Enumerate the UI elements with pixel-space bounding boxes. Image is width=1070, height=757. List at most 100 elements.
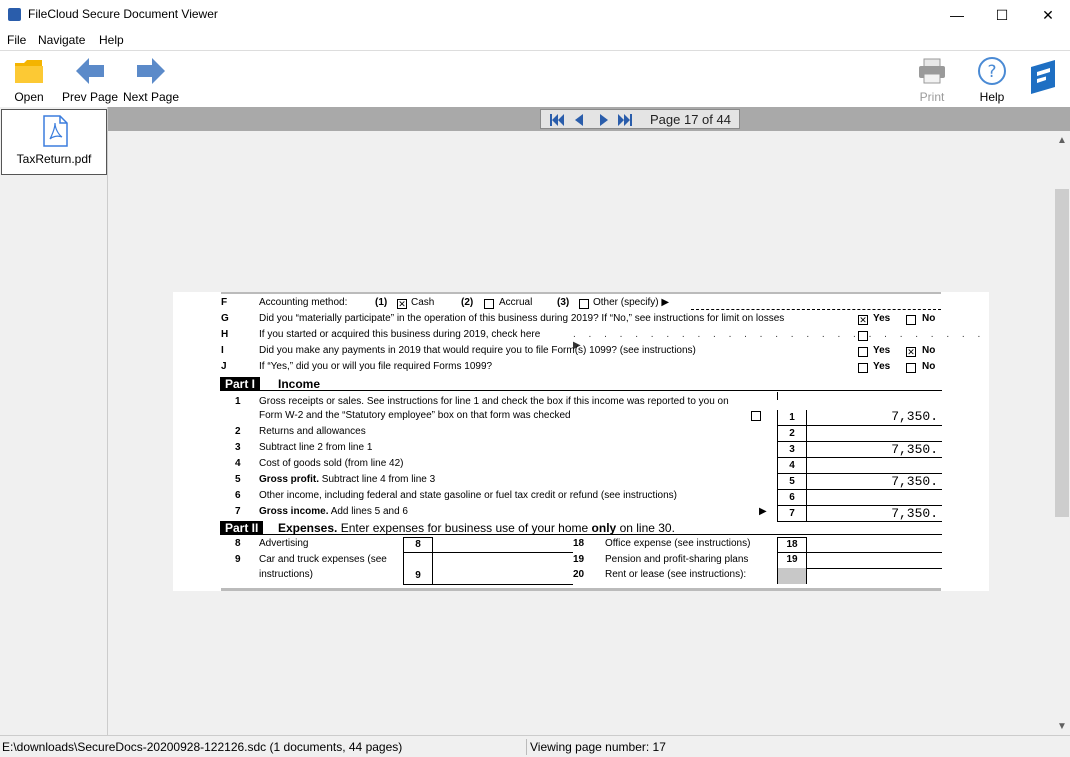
menu-file[interactable]: File [7, 33, 26, 47]
line-text: Returns and allowances [259, 426, 366, 437]
line-amount [807, 537, 942, 553]
yes-label: Yes [873, 361, 891, 372]
print-button[interactable]: Print [912, 55, 952, 105]
yes-label: Yes [873, 345, 891, 356]
j-no-checkbox[interactable] [906, 363, 916, 373]
row-code: G [221, 313, 229, 324]
line-box: 6 [777, 490, 807, 506]
next-page-icon[interactable] [596, 112, 612, 128]
row-code: H [221, 329, 229, 340]
previous-page-icon[interactable] [571, 112, 587, 128]
row-text: If “Yes,” did you or will you file requi… [259, 361, 493, 372]
income-line-4: 4 Cost of goods sold (from line 42) 4 [173, 458, 989, 474]
g-yes-checkbox[interactable]: ✕ [858, 315, 868, 325]
line-text: Add lines 5 and 6 [330, 506, 408, 517]
menu-navigate[interactable]: Navigate [38, 33, 85, 47]
part-tag: Part II [220, 521, 264, 535]
prev-page-label: Prev Page [61, 90, 119, 104]
form-row-f: F Accounting method: (1) ✕ Cash (2) Accr… [173, 297, 989, 313]
no-label: No [922, 345, 936, 356]
line-text: Other income, including federal and stat… [259, 490, 677, 501]
open-label: Open [14, 90, 44, 104]
scrollbar-thumb[interactable] [1055, 189, 1069, 517]
part-title-only: only [591, 521, 617, 535]
document-sidebar: TaxReturn.pdf [0, 107, 108, 735]
line-number: 7 [235, 506, 241, 517]
cut-off-header [221, 292, 941, 294]
menu-help[interactable]: Help [99, 33, 124, 47]
g-no-checkbox[interactable] [906, 315, 916, 325]
income-line-1b: Form W-2 and the “Statutory employee” bo… [173, 409, 989, 426]
income-line-3: 3 Subtract line 2 from line 1 3 7,350. [173, 442, 989, 458]
expense-line-9b: instructions) 20 Rent or lease (see inst… [173, 568, 989, 585]
first-page-icon[interactable] [549, 112, 565, 128]
row-text: If you started or acquired this business… [259, 329, 541, 340]
part-tag: Part I [220, 377, 261, 391]
h-checkbox[interactable] [858, 331, 868, 341]
line-amount [433, 537, 573, 553]
other-checkbox[interactable] [579, 299, 589, 309]
document-item[interactable]: TaxReturn.pdf [1, 109, 107, 175]
form-row-g: G Did you “materially participate” in th… [173, 313, 989, 329]
i-yes-checkbox[interactable] [858, 347, 868, 357]
cash-label: Cash [411, 297, 435, 308]
expense-line-9: 9 Car and truck expenses (see 9 19 Pensi… [173, 553, 989, 585]
statutory-employee-checkbox[interactable] [751, 411, 761, 421]
cut-off-row [221, 588, 941, 591]
row-text: Accounting method: [259, 297, 348, 308]
line-text: Cost of goods sold (from line 42) [259, 458, 404, 469]
i-no-checkbox[interactable]: ✕ [906, 347, 916, 357]
form-row-j: J If “Yes,” did you or will you file req… [173, 361, 989, 377]
maximize-button[interactable]: ☐ [979, 0, 1025, 30]
cash-checkbox[interactable]: ✕ [397, 299, 407, 309]
line-bold-text: Gross income. [259, 506, 329, 517]
status-bar: E:\downloads\SecureDocs-20200928-122126.… [0, 735, 1070, 757]
line-number: 19 [573, 554, 585, 565]
prev-page-button[interactable]: Prev Page [60, 55, 120, 105]
part-2-header: Part II Expenses. Enter expenses for bus… [220, 521, 942, 535]
line-text: Car and truck expenses (see [259, 554, 387, 565]
line-text: Subtract line 2 from line 1 [259, 442, 373, 453]
part-title: Enter expenses for business use of your … [340, 521, 589, 535]
line-number: 3 [235, 442, 241, 453]
other-specify-line [691, 309, 941, 310]
scroll-up-icon[interactable]: ▲ [1057, 135, 1067, 146]
line-amount [807, 426, 942, 442]
line-amount: 7,350. [807, 396, 942, 426]
line-amount: 7,350. [807, 474, 942, 490]
next-page-button[interactable]: Next Page [122, 55, 180, 105]
j-yes-checkbox[interactable] [858, 363, 868, 373]
arrow-left-icon [76, 58, 104, 84]
page-navigation-bar: Page 17 of 44 [108, 107, 1070, 131]
pdf-page[interactable]: F Accounting method: (1) ✕ Cash (2) Accr… [173, 292, 989, 591]
no-label: No [922, 361, 936, 372]
filecloud-logo-icon [1031, 60, 1055, 94]
vertical-scrollbar[interactable]: ▲ ▼ [1054, 131, 1070, 735]
status-viewing-page: Viewing page number: 17 [530, 740, 666, 754]
part-title-end: on line 30. [619, 521, 675, 535]
line-amount [807, 458, 942, 474]
line-number: 5 [235, 474, 241, 485]
line-number: 18 [573, 538, 585, 549]
accrual-checkbox[interactable] [484, 299, 494, 309]
line-number: 4 [235, 458, 241, 469]
help-label: Help [979, 90, 1005, 104]
part-title: Income [278, 377, 321, 391]
help-button[interactable]: ? Help [972, 55, 1012, 105]
form-row-i: I Did you make any payments in 2019 that… [173, 345, 989, 361]
row-text: Did you make any payments in 2019 that w… [259, 345, 696, 356]
line-bold-text: Gross profit. [259, 474, 320, 485]
income-line-6: 6 Other income, including federal and st… [173, 490, 989, 506]
open-button[interactable]: Open [8, 55, 50, 105]
part-title-bold: Expenses. [278, 521, 338, 535]
pdf-file-icon [43, 115, 68, 147]
row-code: J [221, 361, 227, 372]
line-number: 1 [235, 396, 241, 407]
last-page-icon[interactable] [617, 112, 633, 128]
line-text: Pension and profit-sharing plans [605, 554, 749, 565]
status-path: E:\downloads\SecureDocs-20200928-122126.… [2, 740, 403, 754]
close-button[interactable]: ✕ [1025, 0, 1070, 30]
minimize-button[interactable]: — [934, 0, 980, 30]
scroll-down-icon[interactable]: ▼ [1057, 721, 1067, 732]
page-navigator: Page 17 of 44 [540, 109, 740, 129]
